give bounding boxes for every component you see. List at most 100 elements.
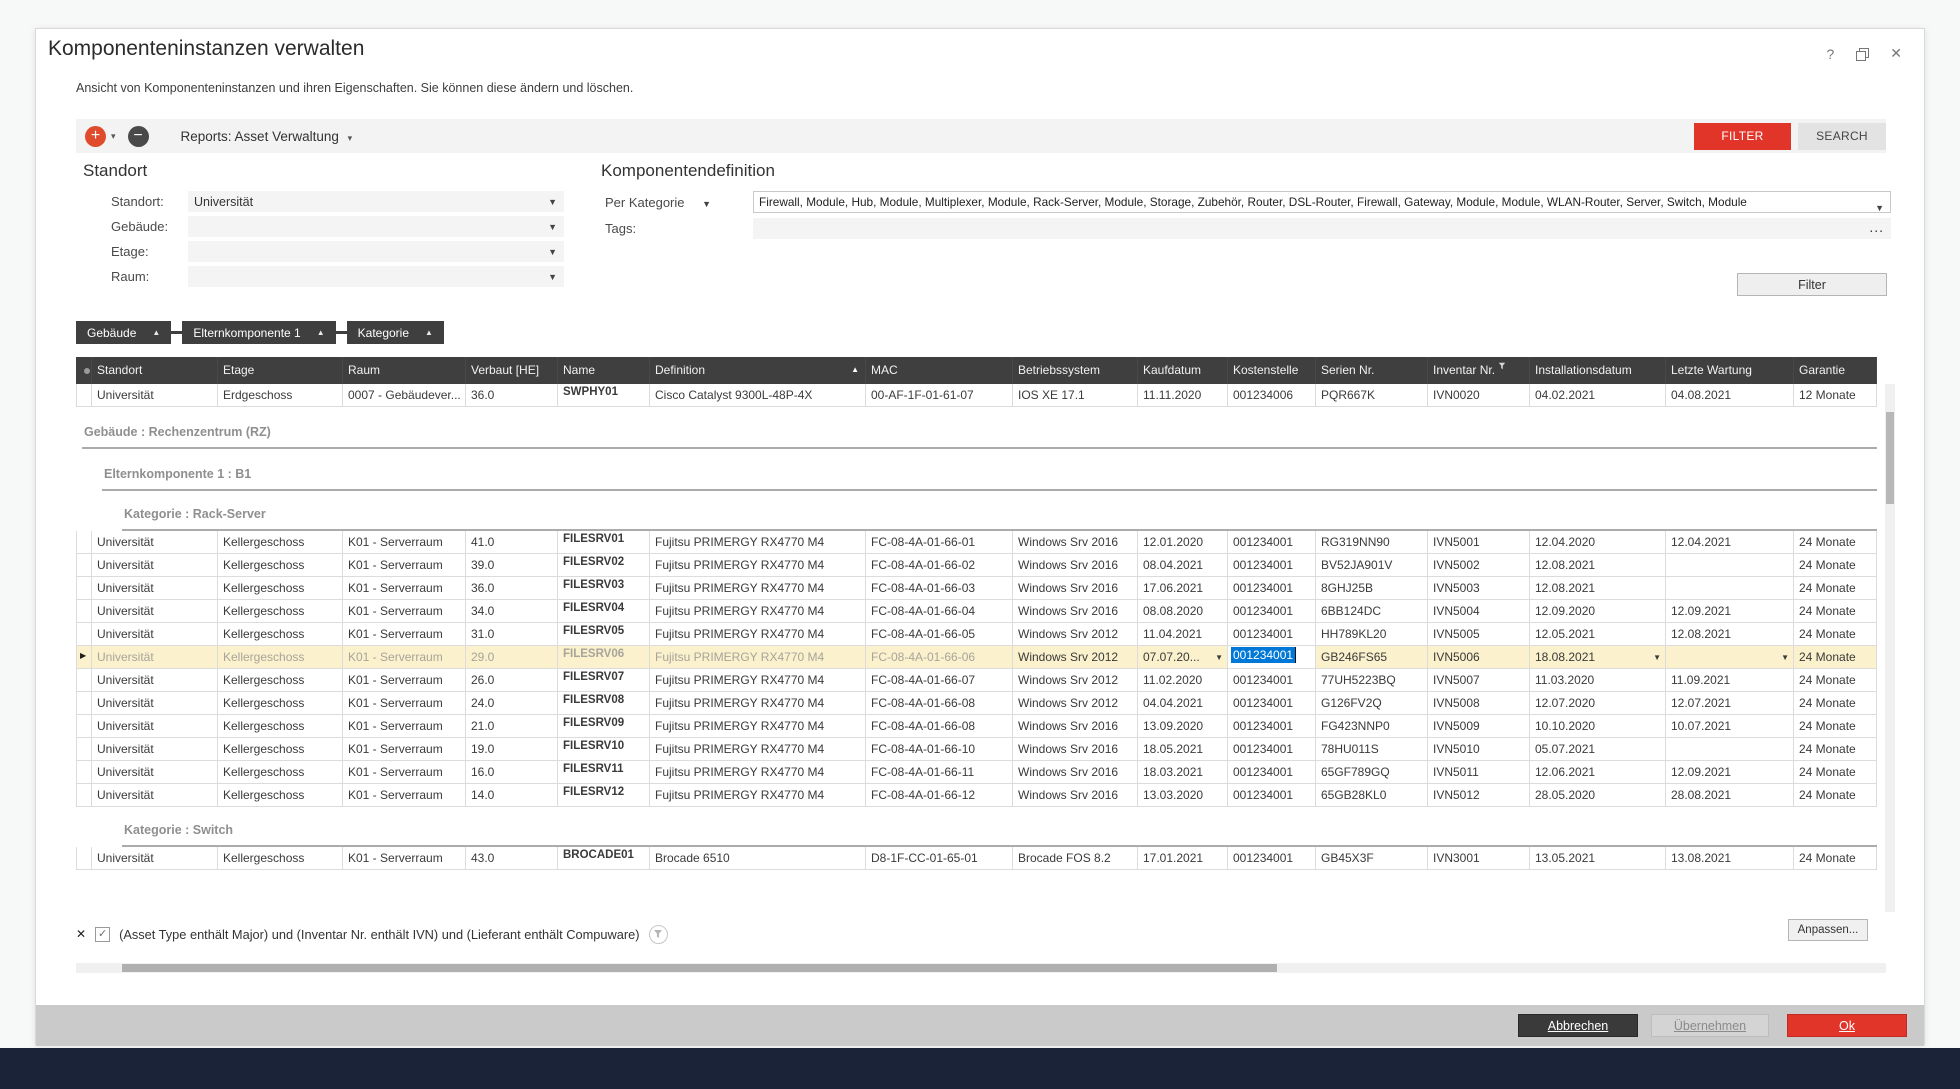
remove-button[interactable]: −	[128, 126, 149, 147]
table-row[interactable]: UniversitätKellergeschossK01 - Serverrau…	[76, 847, 1877, 870]
cell[interactable]: RG319NN90	[1316, 531, 1428, 553]
cell[interactable]: G126FV2Q	[1316, 692, 1428, 714]
cell[interactable]: FILESRV08	[558, 692, 650, 714]
cell[interactable]: 001234001	[1228, 554, 1316, 576]
cell[interactable]: 12.05.2021	[1530, 623, 1666, 645]
cell[interactable]: FC-08-4A-01-66-06	[866, 646, 1013, 668]
cell[interactable]: Windows Srv 2016	[1013, 531, 1138, 553]
cell[interactable]: IVN5011	[1428, 761, 1530, 783]
table-row[interactable]: UniversitätKellergeschossK01 - Serverrau…	[76, 623, 1877, 646]
cell[interactable]: IVN5001	[1428, 531, 1530, 553]
cell[interactable]: 001234001	[1228, 531, 1316, 553]
cell[interactable]: 36.0	[466, 577, 558, 599]
cell[interactable]: Fujitsu PRIMERGY RX4770 M4	[650, 623, 866, 645]
column-header-definition[interactable]: Definition▲	[650, 357, 866, 384]
cell[interactable]: 001234001	[1228, 623, 1316, 645]
cell[interactable]: Fujitsu PRIMERGY RX4770 M4	[650, 761, 866, 783]
cell[interactable]: FC-08-4A-01-66-02	[866, 554, 1013, 576]
cell[interactable]: 24 Monate	[1794, 600, 1877, 622]
cell[interactable]: FILESRV07	[558, 669, 650, 691]
column-header-standort[interactable]: Standort	[92, 357, 218, 384]
cell[interactable]: 77UH5223BQ	[1316, 669, 1428, 691]
table-row[interactable]: ▶UniversitätKellergeschossK01 - Serverra…	[76, 646, 1877, 669]
cell[interactable]: IVN5007	[1428, 669, 1530, 691]
table-row[interactable]: UniversitätKellergeschossK01 - Serverrau…	[76, 600, 1877, 623]
cell[interactable]: 11.11.2020	[1138, 384, 1228, 406]
column-header-installationsdatum[interactable]: Installationsdatum	[1530, 357, 1666, 384]
cell[interactable]: 24 Monate	[1794, 531, 1877, 553]
cell[interactable]: Fujitsu PRIMERGY RX4770 M4	[650, 784, 866, 806]
cell[interactable]: FC-08-4A-01-66-07	[866, 669, 1013, 691]
cell[interactable]: PQR667K	[1316, 384, 1428, 406]
cell[interactable]: 001234001	[1228, 847, 1316, 869]
cell[interactable]: 001234001	[1228, 738, 1316, 760]
column-header-serien-nr-[interactable]: Serien Nr.	[1316, 357, 1428, 384]
cell[interactable]: IVN0020	[1428, 384, 1530, 406]
cell[interactable]	[1666, 577, 1794, 599]
cell[interactable]: 001234001	[1228, 577, 1316, 599]
cell[interactable]: Fujitsu PRIMERGY RX4770 M4	[650, 669, 866, 691]
cell[interactable]	[1666, 554, 1794, 576]
cell[interactable]: Kellergeschoss	[218, 577, 343, 599]
cell[interactable]: 29.0	[466, 646, 558, 668]
cell[interactable]: Fujitsu PRIMERGY RX4770 M4	[650, 715, 866, 737]
cell[interactable]: BV52JA901V	[1316, 554, 1428, 576]
cell[interactable]: 24 Monate	[1794, 646, 1877, 668]
cell[interactable]: 13.05.2021	[1530, 847, 1666, 869]
cell[interactable]: 08.08.2020	[1138, 600, 1228, 622]
cell[interactable]: Kellergeschoss	[218, 623, 343, 645]
cell[interactable]: FILESRV02	[558, 554, 650, 576]
cell[interactable]: BROCADE01	[558, 847, 650, 869]
group-header[interactable]: Gebäude : Rechenzentrum (RZ)	[82, 423, 1877, 449]
cell[interactable]: 13.09.2020	[1138, 715, 1228, 737]
cell[interactable]: 28.05.2020	[1530, 784, 1666, 806]
cell[interactable]: 12.09.2021	[1666, 600, 1794, 622]
cell[interactable]: IVN5012	[1428, 784, 1530, 806]
cell[interactable]: Windows Srv 2016	[1013, 761, 1138, 783]
cell[interactable]: Kellergeschoss	[218, 692, 343, 714]
close-icon[interactable]: ✕	[1890, 45, 1902, 62]
cell[interactable]: Universität	[92, 646, 218, 668]
cell[interactable]: 10.07.2021	[1666, 715, 1794, 737]
cell[interactable]: 21.0	[466, 715, 558, 737]
tags-more-button[interactable]: ...	[1869, 219, 1884, 235]
cell[interactable]: 36.0	[466, 384, 558, 406]
cell[interactable]: Kellergeschoss	[218, 646, 343, 668]
cell[interactable]: 04.04.2021	[1138, 692, 1228, 714]
cell[interactable]: K01 - Serverraum	[343, 669, 466, 691]
cell[interactable]: 0007 - Gebäudever...	[343, 384, 466, 406]
cell[interactable]: Kellergeschoss	[218, 554, 343, 576]
cell[interactable]: Brocade FOS 8.2	[1013, 847, 1138, 869]
cell[interactable]: 24 Monate	[1794, 623, 1877, 645]
table-row[interactable]: UniversitätKellergeschossK01 - Serverrau…	[76, 761, 1877, 784]
cell[interactable]: IVN5005	[1428, 623, 1530, 645]
cell[interactable]: IVN5009	[1428, 715, 1530, 737]
cell[interactable]: 43.0	[466, 847, 558, 869]
cell[interactable]: Windows Srv 2016	[1013, 715, 1138, 737]
cell[interactable]: Universität	[92, 600, 218, 622]
cell[interactable]: Universität	[92, 784, 218, 806]
vertical-scrollbar[interactable]	[1885, 384, 1895, 912]
cell[interactable]: Windows Srv 2016	[1013, 784, 1138, 806]
cell[interactable]: FC-08-4A-01-66-04	[866, 600, 1013, 622]
cell[interactable]: K01 - Serverraum	[343, 646, 466, 668]
cell[interactable]: FILESRV06	[558, 646, 650, 668]
column-header-verbaut-he-[interactable]: Verbaut [HE]	[466, 357, 558, 384]
cell[interactable]: IVN5004	[1428, 600, 1530, 622]
cell[interactable]: 11.02.2020	[1138, 669, 1228, 691]
cell[interactable]: 24 Monate	[1794, 847, 1877, 869]
cell[interactable]: K01 - Serverraum	[343, 761, 466, 783]
cell[interactable]: Windows Srv 2012	[1013, 669, 1138, 691]
cell[interactable]: IVN5002	[1428, 554, 1530, 576]
group-header[interactable]: Kategorie : Switch	[122, 821, 1877, 847]
cell[interactable]: K01 - Serverraum	[343, 692, 466, 714]
cell[interactable]: FC-08-4A-01-66-08	[866, 715, 1013, 737]
cell[interactable]: 24 Monate	[1794, 715, 1877, 737]
cell[interactable]: Universität	[92, 738, 218, 760]
cell[interactable]: K01 - Serverraum	[343, 577, 466, 599]
cell[interactable]: Kellergeschoss	[218, 784, 343, 806]
horizontal-scrollbar-thumb[interactable]	[122, 964, 1277, 972]
cell[interactable]: FG423NNP0	[1316, 715, 1428, 737]
apply-filter-button[interactable]: Filter	[1737, 273, 1887, 296]
cell[interactable]: SWPHY01	[558, 384, 650, 406]
